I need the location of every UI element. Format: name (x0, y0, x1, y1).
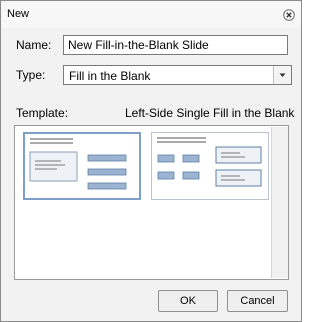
selected-template-name: Left-Side Single Fill in the Blank (125, 106, 295, 120)
template-thumbnail (29, 138, 127, 190)
cancel-button[interactable]: Cancel (227, 290, 288, 312)
type-select-value: Fill in the Blank (69, 69, 151, 83)
window-title: New (7, 8, 30, 20)
chevron-down-icon (279, 73, 286, 77)
template-thumbnail (157, 137, 262, 187)
close-icon[interactable] (283, 9, 295, 21)
template-list-scrollbar[interactable] (271, 127, 288, 278)
ok-button[interactable]: OK (158, 290, 218, 312)
name-label: Name: (16, 38, 52, 52)
title-bar: New (1, 1, 301, 28)
template-item-left-side-single[interactable] (23, 132, 141, 200)
template-item-two[interactable] (151, 132, 269, 200)
type-select-arrow[interactable] (273, 66, 291, 84)
type-label: Type: (16, 68, 46, 82)
template-label: Template: (16, 106, 69, 120)
type-select[interactable]: Fill in the Blank (63, 65, 292, 85)
name-input[interactable] (63, 35, 288, 55)
template-list (14, 125, 289, 280)
new-dialog: New Name: Type: Fill in the Blank Templa… (0, 0, 302, 322)
